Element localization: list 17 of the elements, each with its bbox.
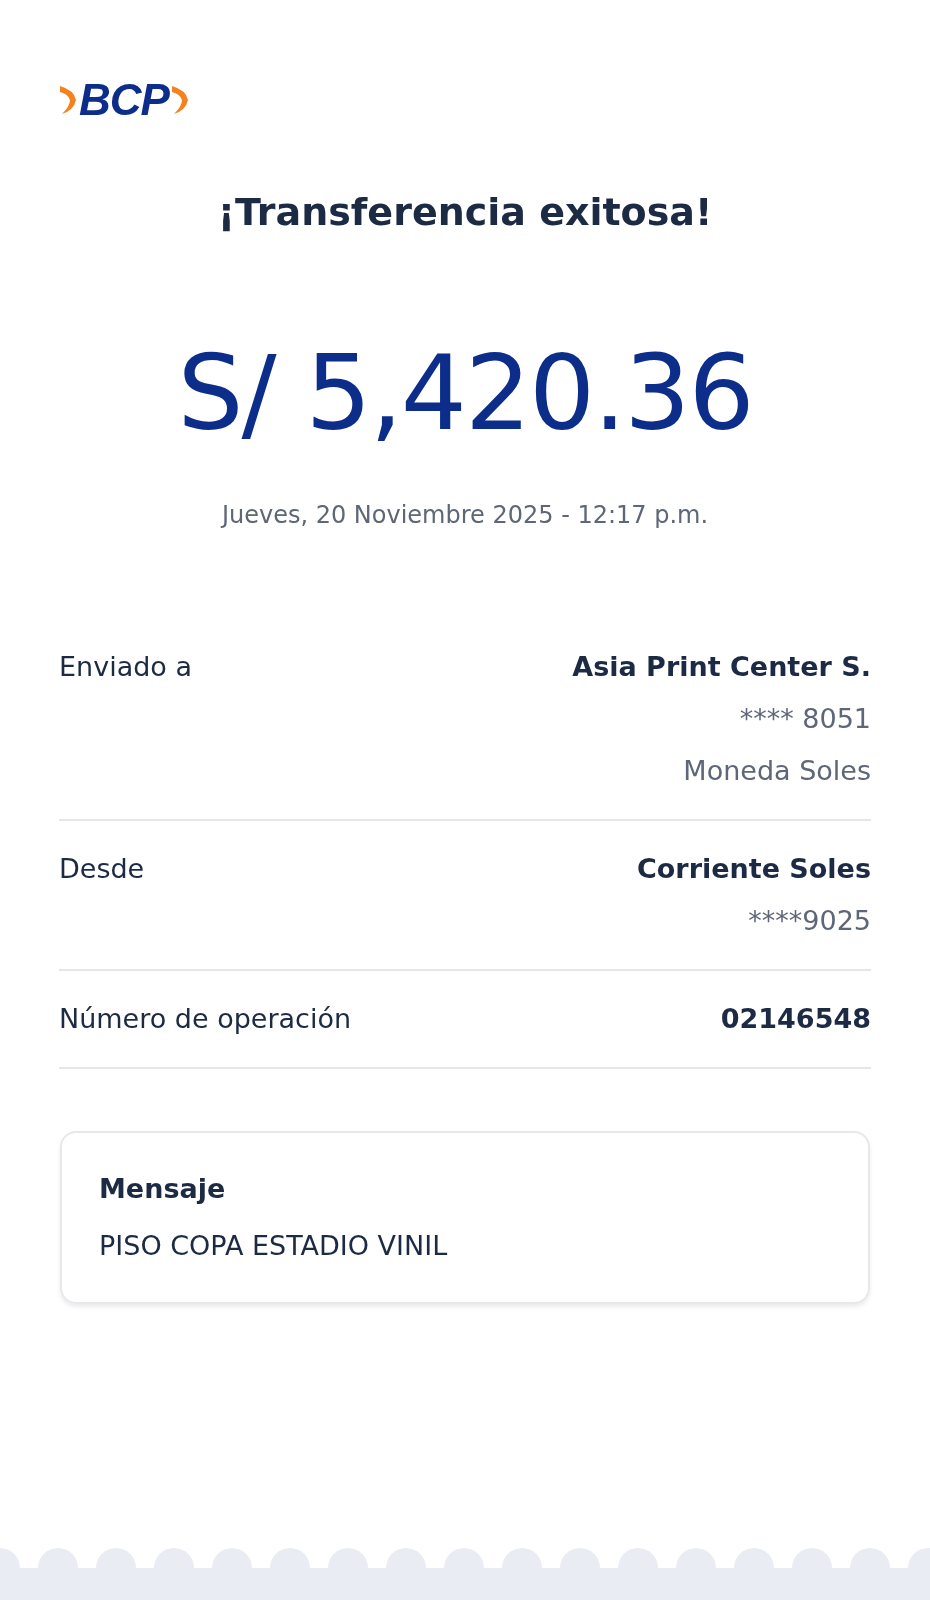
detail-subline: Moneda Soles — [683, 754, 871, 788]
transfer-date: Jueves, 20 Noviembre 2025 - 12:17 p.m. — [221, 500, 709, 531]
bcp-logo: BCP — [79, 78, 169, 122]
detail-label: Enviado a — [59, 650, 192, 684]
detail-value: Corriente Soles — [636, 852, 871, 886]
transfer-amount: S/ 5,420.36 — [177, 341, 753, 445]
success-title: ¡Transferencia exitosa! — [217, 189, 713, 236]
detail-value: Asia Print Center S. — [572, 650, 871, 684]
detail-label: Desde — [59, 852, 145, 886]
detail-subline: **** 8051 — [739, 702, 871, 736]
detail-label: Número de operación — [59, 1002, 352, 1036]
detail-value: 02146548 — [720, 1002, 871, 1036]
detail-subline: ****9025 — [748, 904, 871, 938]
message-title: Mensaje — [99, 1172, 227, 1206]
message-text: PISO COPA ESTADIO VINIL — [99, 1228, 449, 1263]
chevron-icon — [169, 84, 190, 116]
chevron-icon — [58, 84, 78, 116]
